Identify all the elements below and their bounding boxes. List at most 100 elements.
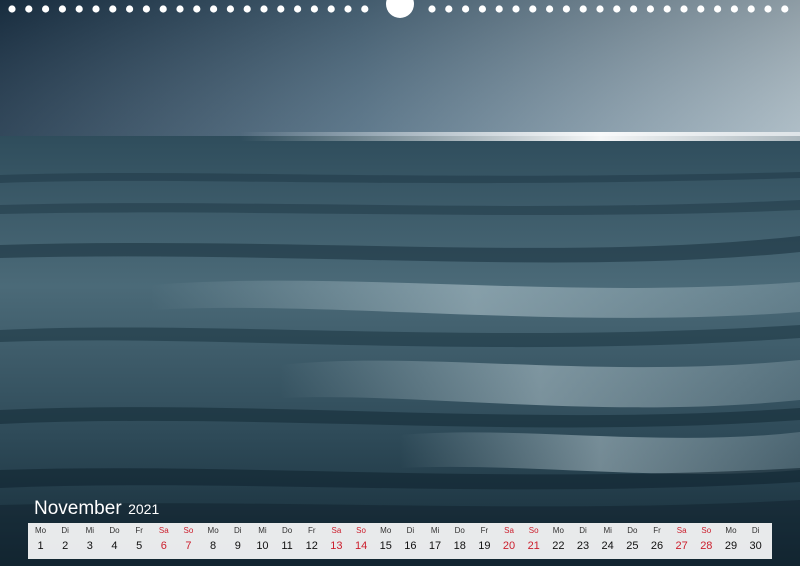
calendar-day: Di 23 (571, 523, 595, 559)
day-abbreviation: Do (627, 526, 638, 535)
calendar-day: Di 30 (744, 523, 768, 559)
binding-hole (546, 5, 554, 13)
binding-hole (310, 5, 318, 13)
day-number: 14 (354, 540, 368, 552)
day-number: 19 (478, 540, 491, 552)
calendar-day: Di 9 (226, 523, 250, 559)
binding-hole (226, 5, 234, 13)
day-abbreviation: Do (454, 526, 465, 535)
calendar-day: Mi 10 (250, 523, 274, 559)
calendar-day: Do 25 (620, 523, 644, 559)
binding-hole (613, 5, 621, 13)
binding-hole (764, 5, 772, 13)
day-number: 27 (675, 540, 688, 552)
day-abbreviation: Di (406, 526, 415, 535)
binding-hole (596, 5, 604, 13)
binding-hole (294, 5, 302, 13)
binding-hole (663, 5, 671, 13)
binding-hole (680, 5, 688, 13)
day-abbreviation: Sa (331, 526, 342, 535)
day-abbreviation: Mi (258, 526, 267, 535)
day-number: 1 (37, 540, 44, 552)
binding-hole (58, 5, 66, 13)
binding-hole (512, 5, 520, 13)
calendar-day: Sa 6 (152, 523, 176, 559)
calendar-day: Mo 1 (29, 523, 53, 559)
calendar-day: Mo 22 (546, 523, 570, 559)
day-abbreviation: Mo (380, 526, 392, 535)
binding-hole (327, 5, 335, 13)
day-number: 3 (86, 540, 93, 552)
day-abbreviation: So (701, 526, 712, 535)
day-abbreviation: Di (61, 526, 69, 535)
day-number: 23 (576, 540, 590, 552)
ocean-photo (0, 0, 800, 566)
calendar-day: So 28 (694, 523, 718, 559)
binding-hole (646, 5, 655, 13)
binding-hole (630, 5, 638, 13)
binding-hole (92, 5, 100, 13)
day-abbreviation: Fr (480, 526, 489, 535)
calendar-day: So 14 (349, 523, 373, 559)
day-number: 12 (305, 540, 318, 552)
calendar-day: Mi 3 (78, 523, 102, 559)
day-number: 5 (136, 540, 143, 552)
calendar-day: Sa 20 (497, 523, 521, 559)
day-abbreviation: Mi (430, 526, 440, 535)
binding-hole (579, 5, 587, 13)
calendar-day: Mo 29 (719, 523, 743, 559)
binding-hole (428, 5, 436, 13)
calendar-day: Di 2 (53, 523, 77, 559)
day-abbreviation: Di (579, 526, 587, 535)
day-number: 7 (185, 540, 192, 552)
hanger-cutout (386, 0, 414, 18)
binding-hole (8, 5, 16, 13)
calendar-day: Mi 24 (596, 523, 620, 559)
calendar-day: Di 16 (398, 523, 422, 559)
calendar-day: Fr 26 (645, 523, 669, 559)
day-abbreviation: Fr (653, 526, 661, 535)
day-number: 9 (234, 540, 241, 552)
calendar-day: Mo 15 (374, 523, 398, 559)
day-number: 30 (749, 540, 762, 552)
day-number: 24 (601, 540, 614, 552)
day-abbreviation: Fr (307, 526, 316, 535)
month-year: 2021 (128, 501, 160, 517)
day-number: 6 (160, 540, 167, 552)
day-number: 16 (404, 540, 417, 552)
day-number: 20 (502, 540, 516, 552)
binding-hole (210, 5, 218, 13)
day-number: 28 (700, 540, 713, 552)
day-number: 21 (527, 540, 540, 552)
day-abbreviation: Mi (603, 526, 612, 535)
calendar-day: So 7 (176, 523, 200, 559)
day-number: 10 (256, 540, 269, 552)
calendar-day: Fr 19 (472, 523, 496, 559)
day-abbreviation: Mi (85, 526, 95, 535)
day-number: 17 (428, 540, 442, 552)
day-abbreviation: Mo (725, 526, 737, 535)
calendar-day: Fr 12 (300, 523, 324, 559)
binding-hole (176, 5, 184, 13)
binding-hole (445, 5, 453, 13)
binding-hole (25, 5, 33, 13)
day-abbreviation: Do (109, 526, 120, 535)
day-number: 15 (379, 540, 392, 552)
binding-hole (781, 5, 789, 13)
day-number: 29 (724, 540, 738, 552)
binding-hole (714, 5, 722, 13)
binding-hole (462, 5, 470, 13)
day-abbreviation: Di (233, 526, 242, 535)
calendar-day: Do 18 (448, 523, 472, 559)
day-abbreviation: So (183, 526, 194, 535)
day-number: 26 (650, 540, 664, 552)
binding-hole (697, 5, 705, 13)
day-number: 18 (453, 540, 466, 552)
day-abbreviation: Fr (135, 526, 143, 535)
binding-hole (126, 5, 134, 13)
day-abbreviation: Di (751, 526, 760, 535)
day-abbreviation: Mo (552, 526, 564, 535)
binding-hole (42, 5, 50, 13)
day-abbreviation: So (528, 526, 539, 535)
binding-hole (159, 5, 167, 13)
